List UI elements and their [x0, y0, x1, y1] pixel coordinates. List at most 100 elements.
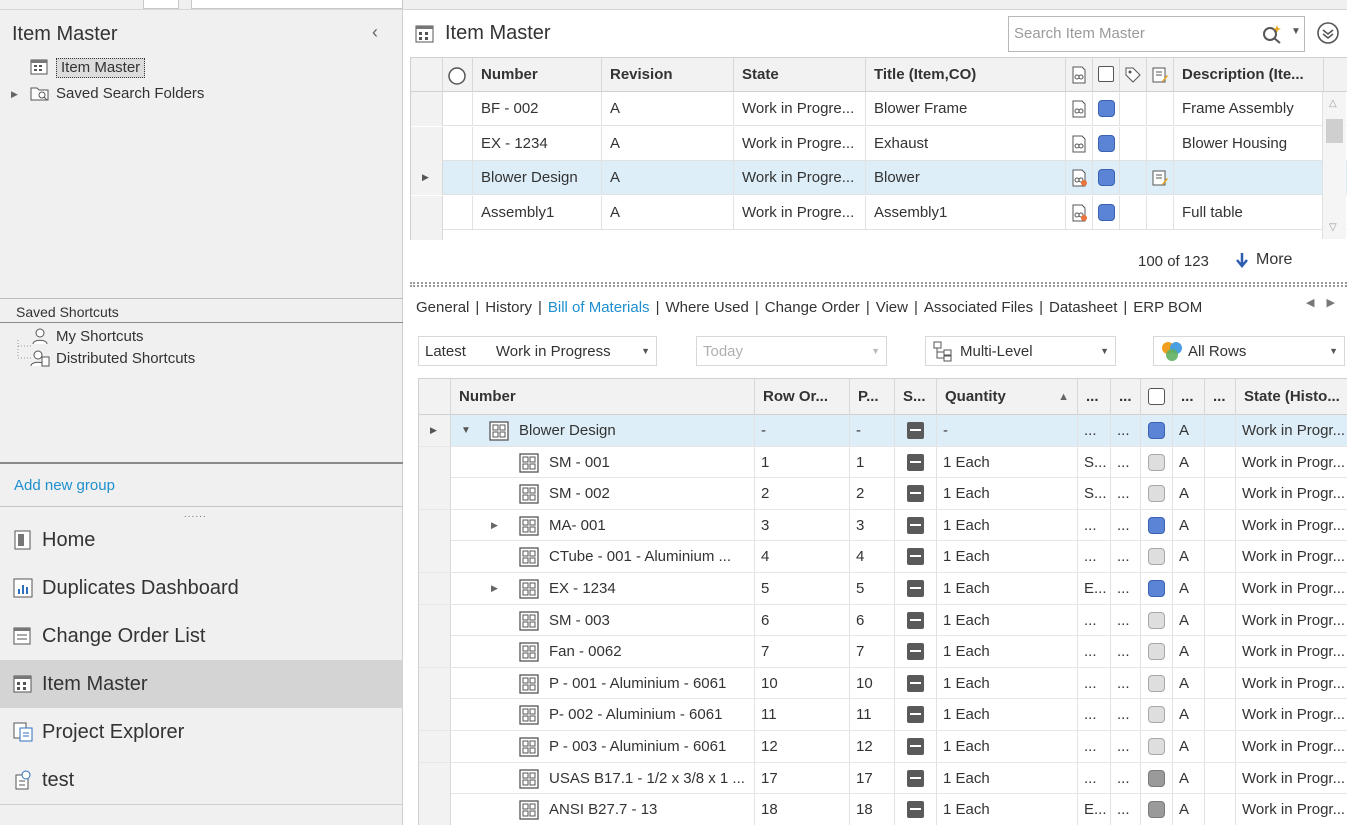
cell-number[interactable]: CTube - 001 - Aluminium ... [519, 541, 755, 572]
bom-row[interactable]: ▶ MA- 001 3 3 1 Each...... A Work in Progr... [419, 509, 1347, 542]
nav-item-change-order-list[interactable]: Change Order List [0, 612, 403, 660]
cell-status[interactable] [1141, 794, 1173, 825]
add-new-group-link[interactable]: Add new group [14, 477, 115, 494]
pane-splitter[interactable] [410, 282, 1347, 287]
row-selector[interactable]: ▶ [419, 415, 451, 446]
cell-number[interactable]: Blower Design [489, 415, 755, 446]
bom-row[interactable]: USAS B17.1 - 1/2 x 3/8 x 1 ... 17 17 1 Each… [419, 762, 1347, 795]
tab-history[interactable]: History [479, 299, 538, 316]
cell-number[interactable]: MA- 001 [519, 510, 755, 541]
column-header-quantity[interactable]: Quantity ▲ [937, 379, 1078, 415]
bom-row[interactable]: ANSI B27.7 - 13 18 18 1 Each E...... A Work in… [419, 794, 1347, 825]
table-row[interactable]: EX - 1234 A Work in Progre... Exhaust Blower… [411, 126, 1347, 161]
cell-status[interactable] [1093, 92, 1120, 126]
vertical-scrollbar[interactable]: △ ▽ [1322, 92, 1346, 239]
row-selector[interactable] [419, 509, 451, 541]
cell-number[interactable]: P- 002 - Aluminium - 6061 [519, 699, 755, 730]
collapse-panel-icon[interactable]: ‹ [372, 22, 378, 43]
cell-number[interactable]: P - 001 - Aluminium - 6061 [519, 668, 755, 699]
expand-search-icon[interactable] [1316, 21, 1340, 45]
scroll-down-icon[interactable]: ▽ [1329, 222, 1337, 233]
row-selector[interactable] [419, 731, 451, 762]
toolbar-field[interactable] [191, 0, 403, 9]
tab-general[interactable]: General [410, 299, 475, 316]
cell-number[interactable]: USAS B17.1 - 1/2 x 3/8 x 1 ... [519, 763, 755, 794]
column-header-status[interactable] [1093, 58, 1120, 92]
cell-status[interactable] [1141, 762, 1173, 794]
toolbar-button[interactable] [143, 0, 179, 9]
select-all-header[interactable] [443, 58, 473, 92]
nav-item-duplicates-dashboard[interactable]: Duplicates Dashboard [0, 564, 403, 612]
cell-status[interactable] [1141, 699, 1173, 731]
cell-status[interactable] [1141, 509, 1173, 541]
expand-arrow-icon[interactable]: ▶ [11, 89, 18, 100]
cell-status[interactable] [1141, 446, 1173, 478]
row-selector[interactable] [419, 541, 451, 573]
column-header-attachment[interactable] [1066, 58, 1093, 92]
cell-attachment[interactable] [1066, 126, 1093, 161]
bom-row[interactable]: P - 003 - Aluminium - 6061 12 12 1 Each....… [419, 731, 1347, 763]
row-selector[interactable] [411, 126, 443, 161]
bom-row[interactable]: P - 001 - Aluminium - 6061 10 10 1 Each....… [419, 667, 1347, 700]
cell-attachment[interactable] [1066, 161, 1093, 195]
cell-status[interactable] [1141, 541, 1173, 573]
cell-status[interactable] [1141, 573, 1173, 604]
bom-row[interactable]: ▶ ▼ Blower Design - - -...... A Work in Progr..… [419, 415, 1347, 447]
cell-attachment[interactable] [1066, 195, 1093, 230]
rows-filter-dropdown[interactable]: All Rows ▼ [1153, 336, 1345, 366]
column-header-status[interactable] [1141, 379, 1173, 415]
row-select-cell[interactable] [443, 161, 473, 195]
table-row[interactable]: ▶ Blower Design A Work in Progre... Blower [411, 161, 1347, 195]
row-select-cell[interactable] [443, 195, 473, 230]
nav-item-project-explorer[interactable]: Project Explorer [0, 708, 403, 756]
row-selector[interactable] [419, 573, 451, 604]
collapse-arrow-icon[interactable]: ▼ [461, 425, 471, 436]
bom-row[interactable]: SM - 003 6 6 1 Each...... A Work in Progr... [419, 604, 1347, 637]
more-button[interactable]: More [1234, 251, 1292, 269]
bom-row[interactable]: ▶ EX - 1234 5 5 1 Each E...... A Work in Progr.… [419, 573, 1347, 605]
row-selector[interactable] [419, 667, 451, 699]
column-header-number[interactable]: Number [473, 58, 602, 92]
level-filter-dropdown[interactable]: Multi-Level ▼ [925, 336, 1116, 366]
row-selector[interactable] [419, 446, 451, 478]
cell-notes[interactable] [1147, 195, 1174, 230]
scroll-up-icon[interactable]: △ [1329, 98, 1337, 109]
cell-number[interactable]: SM - 002 [519, 478, 755, 509]
tree-item-saved-search-folders[interactable]: Saved Search Folders [30, 82, 204, 104]
column-header-number[interactable]: Number [451, 379, 755, 415]
cell-notes[interactable] [1147, 161, 1174, 195]
cell-status[interactable] [1141, 731, 1173, 762]
cell-status[interactable] [1141, 636, 1173, 668]
tab-scroll-arrows[interactable]: ◀▶ [1306, 296, 1347, 309]
column-header-extra-1[interactable]: ... [1078, 379, 1111, 415]
column-header-extra-4[interactable]: ... [1205, 379, 1236, 415]
row-selector[interactable] [411, 230, 443, 240]
column-header-title[interactable]: Title (Item,CO) [866, 58, 1066, 92]
shortcut-my-shortcuts[interactable]: My Shortcuts [30, 325, 144, 347]
column-header-extra-2[interactable]: ... [1111, 379, 1141, 415]
cell-status[interactable] [1093, 126, 1120, 161]
table-row[interactable]: Assembly1 A Work in Progre... Assembly1 Full… [411, 195, 1347, 230]
tab-where-used[interactable]: Where Used [659, 299, 754, 316]
bom-row[interactable]: SM - 001 1 1 1 Each S...... A Work in Progr... [419, 446, 1347, 479]
cell-number[interactable]: SM - 001 [519, 447, 755, 478]
row-selector[interactable] [419, 794, 451, 825]
row-selector[interactable] [419, 762, 451, 794]
row-selector[interactable]: ▶ [411, 161, 443, 195]
search-input[interactable] [1014, 25, 1254, 42]
cell-status[interactable] [1093, 195, 1120, 230]
scrollbar-thumb[interactable] [1326, 119, 1343, 143]
cell-number[interactable]: ANSI B27.7 - 13 [519, 794, 755, 825]
column-header-description[interactable]: Description (Ite... [1174, 58, 1324, 92]
bom-row[interactable]: Fan - 0062 7 7 1 Each...... A Work in Progr..… [419, 636, 1347, 668]
expand-arrow-icon[interactable]: ▶ [491, 520, 498, 531]
cell-notes[interactable] [1147, 92, 1174, 126]
cell-status[interactable] [1141, 478, 1173, 510]
tab-bill-of-materials[interactable]: Bill of Materials [542, 299, 656, 316]
cell-number[interactable]: SM - 003 [519, 605, 755, 636]
column-header-revision[interactable]: Revision [602, 58, 734, 92]
tab-view[interactable]: View [870, 299, 914, 316]
column-header-s[interactable]: S... [895, 379, 937, 415]
search-icon[interactable] [1261, 23, 1283, 45]
column-header-extra-3[interactable]: ... [1173, 379, 1205, 415]
